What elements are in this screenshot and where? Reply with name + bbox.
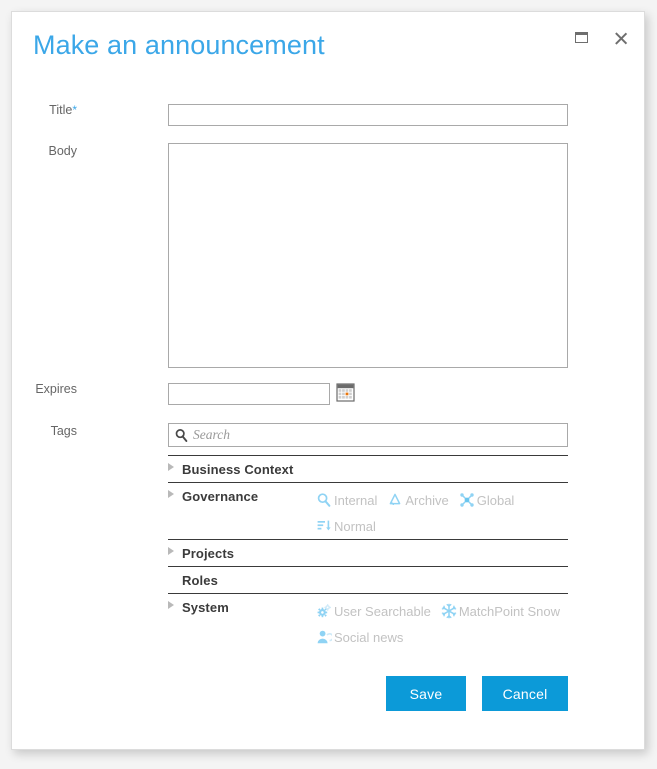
window-controls <box>570 26 632 48</box>
chevron-right-icon[interactable] <box>168 489 182 498</box>
tag-chip-list: User Searchable MatchPoint Snow Social n… <box>316 596 568 650</box>
search-icon <box>169 424 193 446</box>
required-marker: * <box>72 103 77 117</box>
chevron-right-icon[interactable] <box>168 546 182 555</box>
tag-group-row: Governance Internal Archive Global Norma… <box>168 482 568 539</box>
tag-group-list: Business Context Governance Internal Arch… <box>168 455 568 650</box>
calendar-icon <box>336 383 355 402</box>
expires-input[interactable] <box>168 383 330 405</box>
tag-chip-list <box>316 458 568 460</box>
tag-group-row: Business Context <box>168 455 568 482</box>
tag-chip-list <box>316 542 568 544</box>
tag-group-name: Projects <box>182 546 235 561</box>
calendar-picker-button[interactable] <box>335 382 356 403</box>
tag-group-row: Roles <box>168 566 568 593</box>
maximize-icon <box>574 31 588 43</box>
snowflake-icon <box>441 603 457 619</box>
body-label: Body <box>48 144 78 158</box>
network-node-icon <box>459 492 475 508</box>
announcement-dialog: Make an announcement Title* Body Expires <box>11 11 645 750</box>
recycle-icon <box>387 492 403 508</box>
maximize-button[interactable] <box>570 26 592 48</box>
gears-icon <box>316 603 332 619</box>
tag-group-name: Governance <box>182 489 259 504</box>
body-textarea[interactable] <box>168 143 568 368</box>
close-button[interactable] <box>610 26 632 48</box>
tag-chip-label: Global <box>476 492 515 508</box>
page-background: Make an announcement Title* Body Expires <box>0 0 657 769</box>
save-button[interactable]: Save <box>386 676 466 711</box>
tag-chip-label: User Searchable <box>334 603 431 619</box>
chevron-right-icon[interactable] <box>168 600 182 609</box>
tag-group-header[interactable]: Governance <box>168 485 316 504</box>
title-input[interactable] <box>168 104 568 126</box>
user-icon <box>316 629 332 645</box>
tag-group-name: Roles <box>182 573 218 588</box>
tag-group-header[interactable]: System <box>168 596 316 615</box>
tag-chip-list <box>316 569 568 571</box>
chevron-right-icon[interactable] <box>168 462 182 471</box>
tag-chip-label: Internal <box>334 492 378 508</box>
magnifier-icon <box>316 492 332 508</box>
tag-chip[interactable]: Normal <box>316 513 376 539</box>
sort-descending-icon <box>316 518 332 534</box>
cancel-button[interactable]: Cancel <box>482 676 568 711</box>
page-title: Make an announcement <box>33 30 325 60</box>
tag-group-name: Business Context <box>182 462 294 477</box>
tag-chip-label: MatchPoint Snow <box>458 603 560 619</box>
tag-chip[interactable]: Internal <box>316 487 377 513</box>
tag-chip[interactable]: Archive <box>387 487 449 513</box>
tag-chip-label: Archive <box>405 492 449 508</box>
close-icon <box>615 31 628 44</box>
tag-group-row: Projects <box>168 539 568 566</box>
tag-group-header[interactable]: Roles <box>168 569 316 588</box>
tag-group-row: System User Searchable MatchPoint Snow S… <box>168 593 568 650</box>
title-label-text: Title <box>49 103 73 117</box>
tag-chip[interactable]: Social news <box>316 624 403 650</box>
tag-chip[interactable]: MatchPoint Snow <box>441 598 560 624</box>
twisty-placeholder <box>168 573 182 582</box>
tag-chip[interactable]: Global <box>459 487 515 513</box>
tag-search-box[interactable] <box>168 423 568 447</box>
title-label: Title* <box>0 103 77 117</box>
tag-group-header[interactable]: Business Context <box>168 458 316 477</box>
tag-group-name: System <box>182 600 229 615</box>
tag-chip-label: Normal <box>334 518 376 534</box>
tags-label: Tags <box>50 424 77 438</box>
tag-chip-label: Social news <box>334 629 404 645</box>
tag-group-header[interactable]: Projects <box>168 542 316 561</box>
tag-chip-list: Internal Archive Global Normal <box>316 485 568 539</box>
tag-chip[interactable]: User Searchable <box>316 598 431 624</box>
tag-search-input[interactable] <box>193 427 567 443</box>
expires-label: Expires <box>35 382 77 396</box>
